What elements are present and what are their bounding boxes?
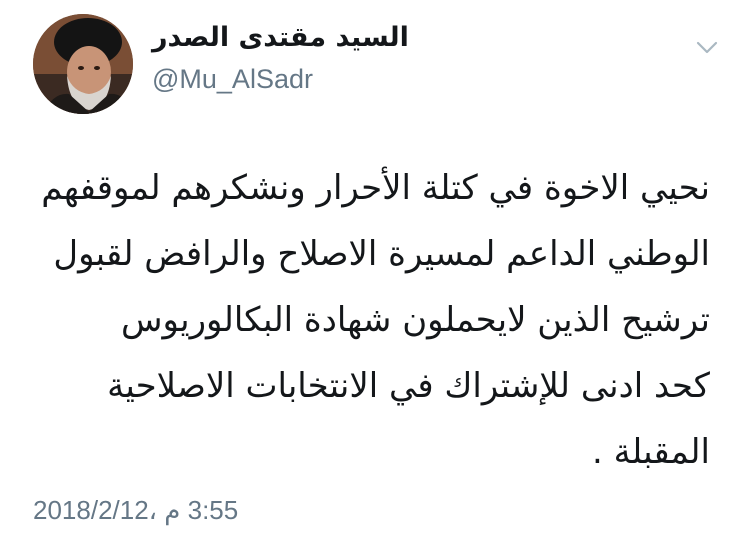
author-handle[interactable]: @Mu_AlSadr: [152, 62, 672, 96]
tweet-text-line: نحيي الاخوة في كتلة الأحرار ونشكرهم لموق…: [41, 168, 710, 208]
author-display-name[interactable]: السيد مقتدى الصدر: [152, 20, 409, 56]
tweet-card: السيد مقتدى الصدر @Mu_AlSadr نحيي الاخوة…: [0, 0, 750, 547]
avatar[interactable]: [33, 14, 133, 114]
tweet-text-line: الوطني الداعم لمسيرة الاصلاح والرافض لقب…: [53, 234, 710, 274]
chevron-down-icon[interactable]: [695, 40, 719, 56]
tweet-timestamp[interactable]: 3:55 م ،2018/2/12: [33, 493, 238, 527]
author-block: السيد مقتدى الصدر @Mu_AlSadr: [152, 20, 672, 96]
tweet-text-line: ترشيح الذين لايحملون شهادة البكالوريوس: [121, 300, 710, 340]
tweet-text-line: كحد ادنى للإشتراك في الانتخابات الاصلاحي…: [107, 366, 710, 406]
tweet-text-line: المقبلة .: [591, 432, 710, 472]
tweet-text: نحيي الاخوة في كتلة الأحرار ونشكرهم لموق…: [20, 155, 710, 485]
